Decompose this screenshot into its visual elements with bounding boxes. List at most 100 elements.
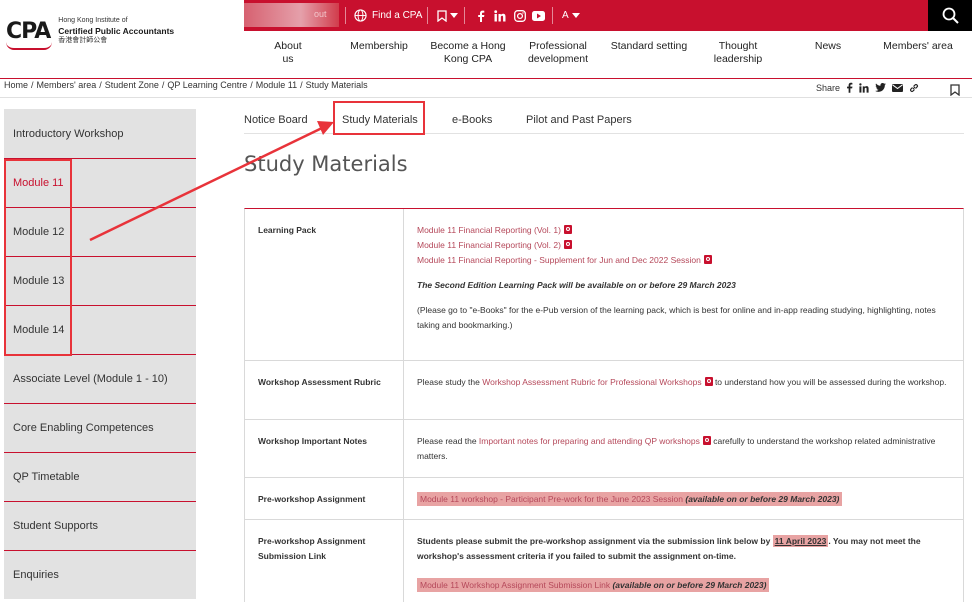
tab-notice-board[interactable]: Notice Board (244, 114, 308, 126)
breadcrumb-divider (0, 97, 972, 98)
copy-link-icon[interactable] (909, 83, 919, 93)
learning-pack-supplement-link[interactable]: Module 11 Financial Reporting - Suppleme… (417, 255, 701, 265)
breadcrumb-members-area[interactable]: Members' area (37, 80, 97, 90)
search-icon (942, 7, 959, 24)
facebook-share-icon[interactable] (846, 82, 853, 93)
caret-down-icon (450, 12, 458, 18)
logo-line-3: 香港會計師公會 (58, 37, 108, 44)
sidebar-item-associate-level[interactable]: Associate Level (Module 1 - 10) (4, 354, 196, 403)
annotation-box-study-materials (333, 101, 425, 135)
nav-members-area[interactable]: Members' area (882, 40, 954, 53)
rubric-link[interactable]: Workshop Assessment Rubric for Professio… (482, 377, 701, 387)
nav-about-us[interactable]: About us (268, 40, 308, 66)
pre-workshop-availability: (available on or before 29 March 2023) (683, 494, 840, 504)
nav-become-hk-cpa[interactable]: Become a Hong Kong CPA (430, 40, 506, 66)
share-label: Share (816, 82, 841, 93)
breadcrumb-module-11[interactable]: Module 11 (256, 80, 297, 90)
submission-deadline-date: 11 April 2023 (772, 535, 829, 547)
pdf-icon (563, 240, 572, 249)
rubric-text-pre: Please study the (417, 377, 483, 387)
blurred-login-text: out (314, 9, 327, 19)
youtube-icon[interactable] (532, 0, 545, 31)
search-button[interactable] (928, 0, 972, 31)
breadcrumb-home[interactable]: Home (4, 80, 28, 90)
utility-bar: out Find a CPA A (244, 0, 972, 31)
row-content-learning-pack: Module 11 Financial Reporting (Vol. 1) M… (404, 209, 963, 360)
email-share-icon[interactable] (892, 83, 904, 92)
rubric-text-post: to understand how you will be assessed d… (712, 377, 947, 387)
breadcrumb-student-zone[interactable]: Student Zone (105, 80, 159, 90)
font-size-label: A (562, 10, 569, 21)
row-content-important-notes: Please read the Important notes for prep… (404, 420, 963, 477)
sidebar-item-student-supports[interactable]: Student Supports (4, 501, 196, 550)
share-bar: Share (816, 82, 919, 93)
submission-availability: (available on or before 29 March 2023) (610, 580, 767, 590)
materials-table: Learning Pack Module 11 Financial Report… (244, 208, 964, 602)
row-label-important-notes: Workshop Important Notes (245, 420, 404, 477)
facebook-icon[interactable] (477, 0, 485, 31)
linkedin-icon[interactable] (494, 0, 506, 31)
nav-thought-leadership[interactable]: Thought leadership (710, 40, 766, 66)
row-label-pre-workshop-assignment: Pre-workshop Assignment (245, 478, 404, 519)
submission-text-pre: Students please submit the pre-workshop … (417, 536, 773, 546)
tab-pilot-past-papers[interactable]: Pilot and Past Papers (526, 114, 632, 126)
font-size-dropdown[interactable]: A (562, 0, 580, 31)
tab-ebooks[interactable]: e-Books (452, 114, 492, 126)
row-label-rubric: Workshop Assessment Rubric (245, 361, 404, 419)
logo-mark: CPA (6, 18, 53, 50)
submission-link[interactable]: Module 11 Workshop Assignment Submission… (420, 580, 610, 590)
pre-workshop-highlight: Module 11 workshop - Participant Pre-wor… (417, 492, 843, 506)
annotation-box-modules (4, 159, 72, 356)
pdf-icon (563, 225, 572, 234)
pre-workshop-link[interactable]: Module 11 workshop - Participant Pre-wor… (420, 494, 683, 504)
sidebar-item-qp-timetable[interactable]: QP Timetable (4, 452, 196, 501)
globe-icon (354, 9, 367, 22)
table-row: Workshop Assessment Rubric Please study … (245, 361, 963, 420)
nav-professional-development[interactable]: Professional development (524, 40, 592, 66)
logo-line-2: Certified Public Accountants (58, 26, 175, 36)
important-notes-link[interactable]: Important notes for preparing and attend… (479, 436, 700, 446)
hkicpa-logo[interactable]: CPA Hong Kong Institute of Certified Pub… (6, 16, 174, 50)
find-cpa-label: Find a CPA (372, 10, 423, 21)
sidebar-item-core-enabling-competences[interactable]: Core Enabling Competences (4, 403, 196, 452)
breadcrumb-current: Study Materials (305, 80, 368, 90)
learning-pack-availability-note: The Second Edition Learning Pack will be… (417, 280, 736, 290)
learning-pack-ebook-note: (Please go to "e-Books" for the e-Pub ve… (417, 305, 936, 330)
nav-membership[interactable]: Membership (348, 40, 410, 53)
pdf-icon (704, 377, 713, 386)
breadcrumb: Home / Members' area / Student Zone / QP Learn… (4, 80, 368, 90)
divider (427, 7, 428, 24)
table-row: Workshop Important Notes Please read the… (245, 420, 963, 478)
table-row: Pre-workshop Assignment Submission Link … (245, 520, 963, 602)
nav-standard-setting[interactable]: Standard setting (608, 40, 690, 53)
breadcrumb-qp-learning-centre[interactable]: QP Learning Centre (167, 80, 247, 90)
twitter-share-icon[interactable] (875, 83, 886, 92)
sidebar-item-introductory-workshop[interactable]: Introductory Workshop (4, 109, 196, 158)
learning-pack-vol1-link[interactable]: Module 11 Financial Reporting (Vol. 1) (417, 225, 561, 235)
bookmark-icon (437, 9, 447, 22)
page-title: Study Materials (244, 152, 408, 176)
row-content-pre-workshop-assignment: Module 11 workshop - Participant Pre-wor… (404, 478, 963, 519)
row-label-learning-pack: Learning Pack (245, 209, 404, 360)
linkedin-share-icon[interactable] (859, 82, 869, 93)
sidebar-item-enquiries[interactable]: Enquiries (4, 550, 196, 599)
divider (345, 7, 346, 24)
row-content-submission-link: Students please submit the pre-workshop … (404, 520, 963, 602)
instagram-icon[interactable] (514, 0, 526, 31)
bookmark-page-icon[interactable] (950, 83, 960, 101)
nav-news[interactable]: News (812, 40, 844, 53)
row-content-rubric: Please study the Workshop Assessment Rub… (404, 361, 963, 419)
main-nav: About us Membership Become a Hong Kong C… (244, 40, 972, 76)
pdf-icon (702, 436, 711, 445)
divider (552, 7, 553, 24)
table-row: Learning Pack Module 11 Financial Report… (245, 209, 963, 361)
row-label-submission-link: Pre-workshop Assignment Submission Link (245, 520, 404, 602)
pdf-icon (703, 255, 712, 264)
logo-text: Hong Kong Institute of Certified Public … (58, 16, 174, 46)
nav-divider (0, 78, 972, 79)
submission-link-highlight: Module 11 Workshop Assignment Submission… (417, 578, 770, 592)
bookmarks-dropdown[interactable] (437, 0, 458, 31)
find-cpa-link[interactable]: Find a CPA (354, 0, 422, 31)
caret-down-icon (571, 12, 580, 18)
learning-pack-vol2-link[interactable]: Module 11 Financial Reporting (Vol. 2) (417, 240, 561, 250)
